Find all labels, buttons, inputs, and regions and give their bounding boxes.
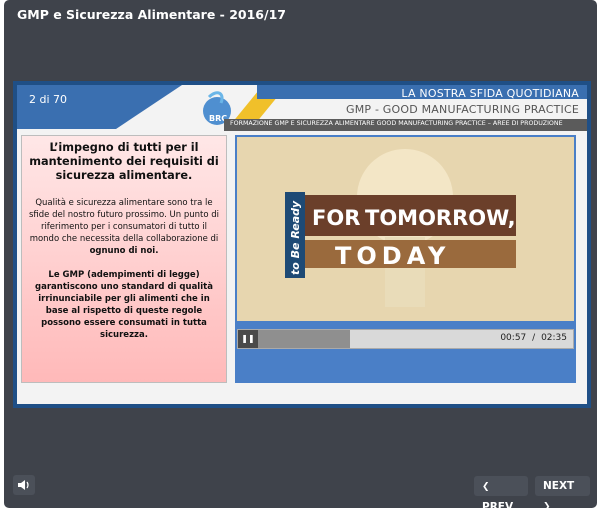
prev-button[interactable]: ❮ PREV	[474, 476, 528, 511]
video-tomorrow: TOMORROW,	[365, 206, 516, 230]
bottom-bar: ❮ PREV NEXT ❯	[4, 468, 597, 511]
next-label: NEXT	[543, 480, 575, 492]
header-line2: GMP - GOOD MANUFACTURING PRACTICE	[346, 103, 579, 116]
header-subtitle: FORMAZIONE GMP E SICUREZZA ALIMENTARE GO…	[230, 120, 563, 127]
video-controls: ❚❚ 00:57 / 02:35	[237, 329, 574, 349]
video-title-card: to Be Ready FOR TOMORROW, TODAY	[285, 149, 516, 307]
progress-track[interactable]	[258, 330, 508, 348]
progress-fill	[258, 330, 350, 348]
header-band: FORMAZIONE GMP E SICUREZZA ALIMENTARE GO…	[224, 119, 587, 131]
video-frame[interactable]: to Be Ready FOR TOMORROW, TODAY	[237, 137, 574, 321]
text-para-3: Le GMP (adempimenti di legge) garantisco…	[35, 270, 213, 340]
text-panel: L’impegno di tutti per il mantenimento d…	[21, 135, 227, 383]
time-separator: /	[532, 333, 536, 343]
para2-bold: ognuno di noi.	[89, 246, 159, 256]
chevron-right-icon: ❯	[543, 502, 551, 511]
page-counter: 2 di 70	[29, 93, 68, 106]
slide: 2 di 70 BRC LA NOSTRA SFIDA QUOTIDIANA G…	[17, 85, 587, 404]
current-time: 00:57	[500, 333, 527, 343]
slide-header-left	[17, 85, 182, 129]
next-button[interactable]: NEXT ❯	[535, 476, 590, 511]
duration: 02:35	[541, 333, 567, 343]
volume-button[interactable]	[13, 475, 35, 495]
prev-label: PREV	[482, 501, 514, 511]
player-frame: GMP e Sicurezza Alimentare - 2016/17 2 d…	[4, 0, 597, 511]
text-heading: L’impegno di tutti per il mantenimento d…	[29, 141, 219, 182]
video-tag: to Be Ready	[289, 200, 302, 275]
window-title: GMP e Sicurezza Alimentare - 2016/17	[17, 7, 286, 22]
video-today: TODAY	[335, 242, 450, 270]
slide-frame: 2 di 70 BRC LA NOSTRA SFIDA QUOTIDIANA G…	[13, 81, 591, 408]
text-para-1: Qualità e sicurezza alimentare sono tra …	[28, 197, 220, 257]
time-readout: 00:57 / 02:35	[500, 333, 567, 343]
volume-icon	[18, 480, 29, 490]
video-for: FOR	[312, 206, 360, 230]
pause-button[interactable]: ❚❚	[238, 330, 258, 348]
header-line1: LA NOSTRA SFIDA QUOTIDIANA	[401, 87, 579, 100]
chevron-left-icon: ❮	[482, 482, 490, 492]
video-panel: to Be Ready FOR TOMORROW, TODAY ❚❚ 00:57…	[235, 135, 576, 383]
pause-icon: ❚❚	[241, 334, 255, 343]
